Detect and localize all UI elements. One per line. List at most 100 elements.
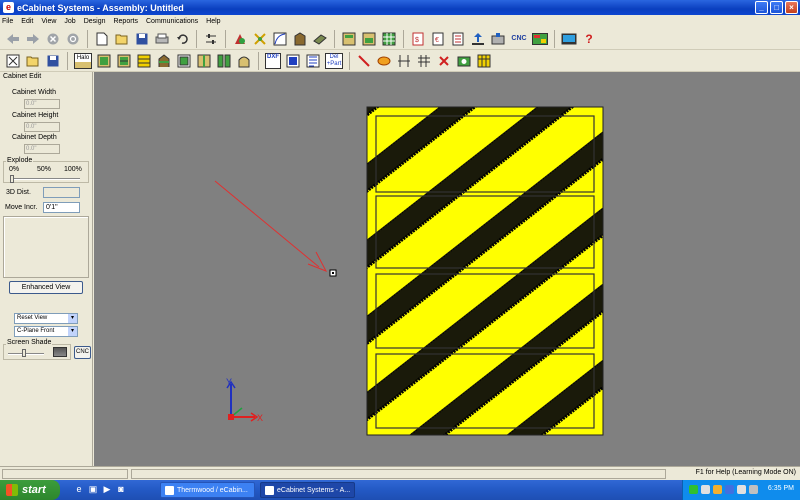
undo-button[interactable] [173, 30, 191, 48]
enhanced-view-button[interactable]: Enhanced View [9, 281, 83, 294]
cnc-panel-button[interactable]: CNC [74, 346, 91, 359]
cabinet-button[interactable] [340, 30, 358, 48]
hardware-button[interactable] [251, 30, 269, 48]
materials-icon [235, 33, 245, 44]
grid-button[interactable] [380, 30, 398, 48]
snapshot-button[interactable] [455, 52, 473, 70]
start-label: start [22, 484, 46, 496]
chevron-down-icon[interactable]: ▾ [68, 327, 77, 336]
arch-button[interactable] [235, 52, 253, 70]
explode-slider-thumb[interactable] [10, 175, 14, 183]
shield-icon[interactable] [701, 485, 710, 494]
screen-shade-slider-thumb[interactable] [22, 349, 26, 357]
cabinet-height-input[interactable]: 0.0" [24, 122, 60, 132]
cutlist-icon [452, 32, 464, 45]
settings-button[interactable] [202, 30, 220, 48]
menu-communications[interactable]: Communications [146, 18, 198, 25]
partition-button[interactable] [195, 52, 213, 70]
cabinet-open-button[interactable] [360, 30, 378, 48]
menu-reports[interactable]: Reports [113, 18, 138, 25]
stop-button[interactable] [44, 30, 62, 48]
cabinet-depth-input[interactable]: 0.0" [24, 144, 60, 154]
print-button[interactable] [153, 30, 171, 48]
doors-button[interactable] [215, 52, 233, 70]
cabinet-base-button[interactable] [95, 52, 113, 70]
close-button[interactable]: × [785, 1, 798, 14]
save-button[interactable] [133, 30, 151, 48]
shade-swatch[interactable] [53, 347, 67, 357]
main-toolbar: $ € CNC ? [0, 28, 800, 50]
cabinet-width-input[interactable]: 0.0" [24, 99, 60, 109]
dimension-button[interactable] [395, 52, 413, 70]
open-assembly-button[interactable] [24, 52, 42, 70]
help-button[interactable]: ? [580, 30, 598, 48]
open-button[interactable] [113, 30, 131, 48]
3d-dist-field[interactable] [43, 187, 80, 198]
menu-design[interactable]: Design [84, 18, 106, 25]
pattern-button[interactable] [304, 52, 322, 70]
component-button[interactable] [284, 52, 302, 70]
reset-view-select[interactable]: Reset View ▾ [14, 313, 78, 324]
hatch-button[interactable] [415, 52, 433, 70]
menu-file[interactable]: File [2, 18, 13, 25]
volume-icon[interactable] [713, 485, 722, 494]
menu-help[interactable]: Help [206, 18, 220, 25]
network-icon[interactable] [689, 485, 698, 494]
cnc-toolbar-button[interactable]: CNC [509, 30, 529, 48]
save-assembly-button[interactable] [44, 52, 62, 70]
desktop-quicklaunch-icon[interactable]: ◙ [116, 484, 126, 496]
dxf-button[interactable]: DXF [264, 52, 282, 70]
viewport-canvas[interactable]: Y X [94, 72, 800, 466]
move-incr-field[interactable]: 0'1" [43, 202, 80, 213]
device-icon[interactable] [749, 485, 758, 494]
profile-button[interactable] [271, 30, 289, 48]
task-thermwood[interactable]: Thermwood / eCabin... [160, 482, 255, 498]
face-frame-button[interactable] [175, 52, 193, 70]
menu-edit[interactable]: Edit [21, 18, 33, 25]
drawer-button[interactable] [135, 52, 153, 70]
security-icon[interactable] [737, 485, 746, 494]
cabinet-wall-button[interactable] [115, 52, 133, 70]
cabinet-model[interactable] [366, 106, 604, 436]
monitor-button[interactable] [560, 30, 578, 48]
back-button[interactable] [4, 30, 22, 48]
panel-button[interactable] [311, 30, 329, 48]
pattern-icon [306, 54, 320, 67]
delete-button[interactable] [435, 52, 453, 70]
upload-button[interactable] [469, 30, 487, 48]
maximize-button[interactable]: □ [770, 1, 783, 14]
screen-shade-slider-track[interactable] [8, 353, 44, 355]
edge-band-button[interactable] [375, 52, 393, 70]
halo-button[interactable]: Halo [73, 52, 93, 70]
dxf-label: DXF [267, 53, 279, 60]
explode-slider-track[interactable] [10, 178, 80, 180]
line-button[interactable] [355, 52, 373, 70]
delete-part-button[interactable]: Del +Part [324, 52, 344, 70]
menu-job[interactable]: Job [64, 18, 75, 25]
start-button[interactable]: start [0, 480, 60, 500]
menu-view[interactable]: View [41, 18, 56, 25]
chevron-down-icon[interactable]: ▾ [68, 314, 77, 323]
cutlist-button[interactable] [449, 30, 467, 48]
sync-icon[interactable] [725, 485, 734, 494]
cplane-select[interactable]: C-Plane Front ▾ [14, 326, 78, 337]
explorer-quicklaunch-icon[interactable]: ▣ [88, 484, 98, 496]
refresh-button[interactable] [64, 30, 82, 48]
materials-button[interactable] [231, 30, 249, 48]
machine-button[interactable] [489, 30, 507, 48]
frame-button[interactable] [475, 52, 493, 70]
layout-button[interactable] [531, 30, 549, 48]
close-view-button[interactable] [4, 52, 22, 70]
cabinet-body[interactable] [367, 107, 603, 435]
shelf-button[interactable] [155, 52, 173, 70]
forward-button[interactable] [24, 30, 42, 48]
report-button[interactable]: $ [409, 30, 427, 48]
3d-viewport[interactable]: Y X [94, 72, 800, 466]
door-button[interactable] [291, 30, 309, 48]
cost-button[interactable]: € [429, 30, 447, 48]
media-quicklaunch-icon[interactable]: ▶ [102, 484, 112, 496]
browser-quicklaunch-icon[interactable]: e [74, 484, 84, 496]
task-ecabinet[interactable]: eCabinet Systems - A... [260, 482, 355, 498]
new-button[interactable] [93, 30, 111, 48]
minimize-button[interactable]: _ [755, 1, 768, 14]
